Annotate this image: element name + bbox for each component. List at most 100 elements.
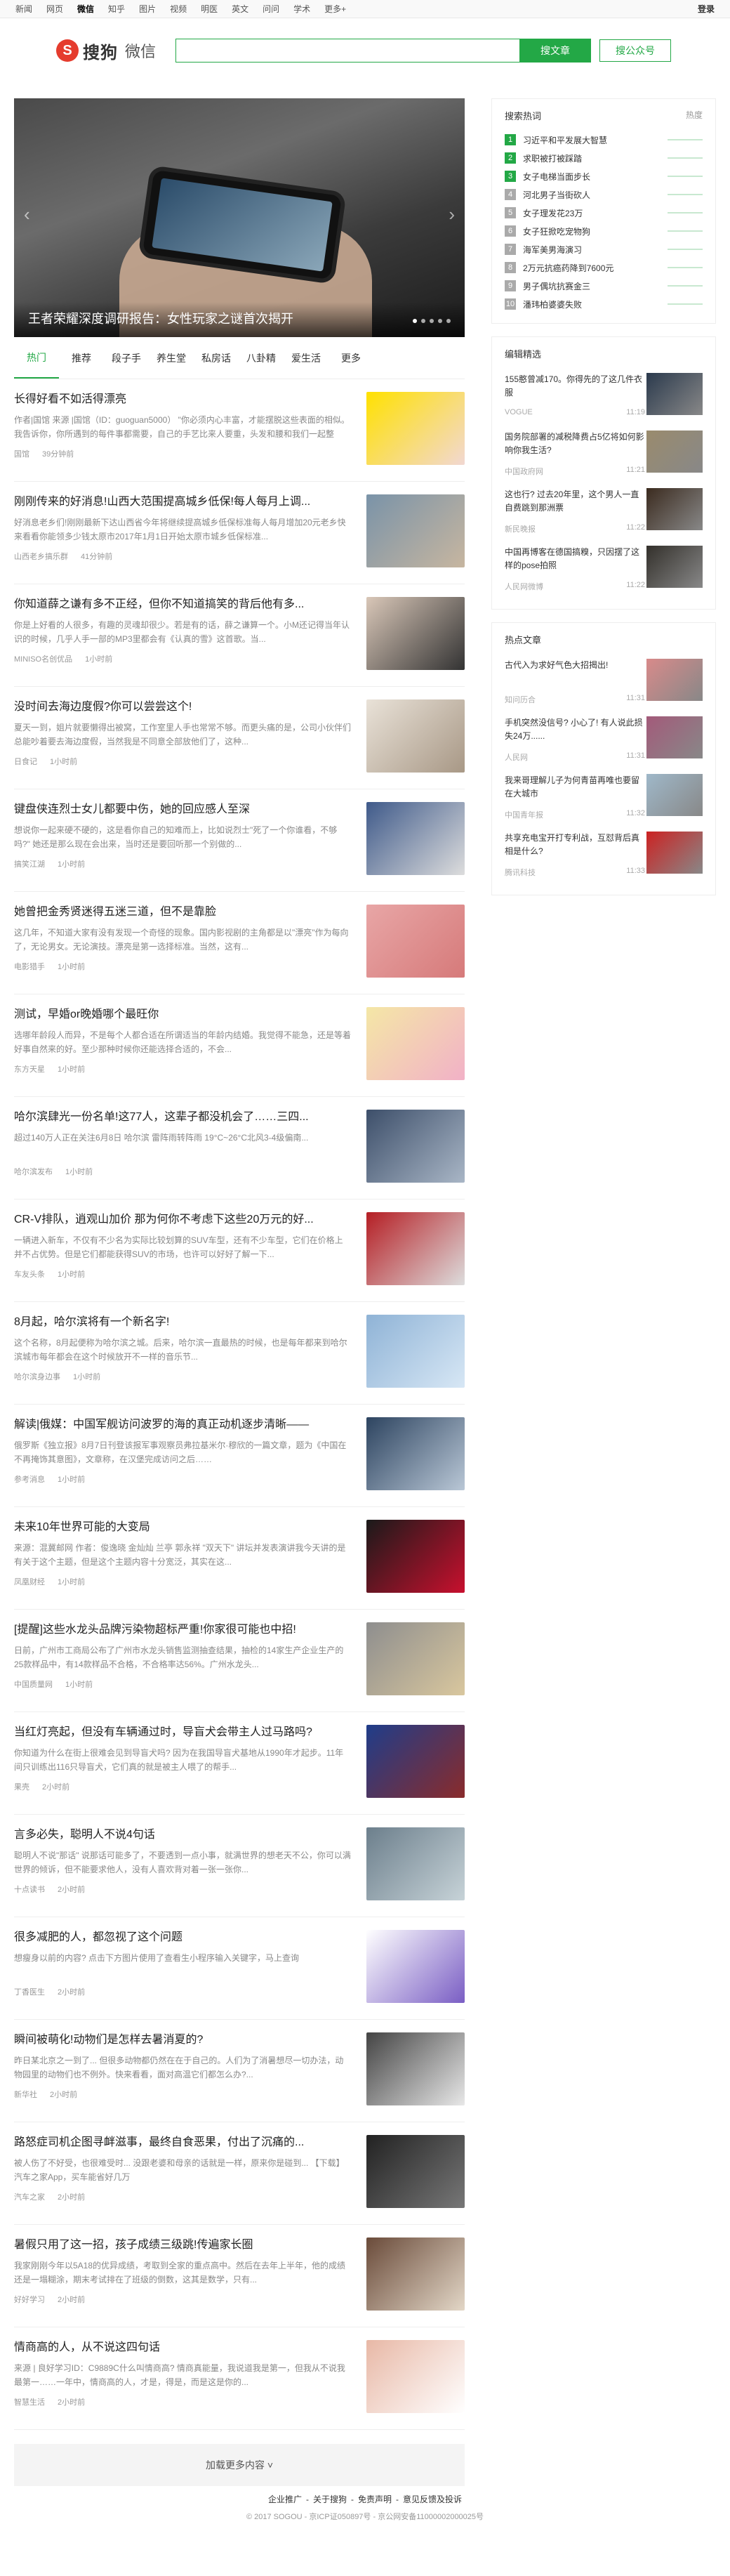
- feed-item[interactable]: 8月起，哈尔滨将有一个新名字! 这个名称，8月起便称为哈尔滨之城。后来，哈尔滨一直…: [14, 1302, 465, 1405]
- feed-item[interactable]: 路怒症司机企图寻衅滋事，最终自食恶果，付出了沉痛的... 被人伤了不好受，也很难受…: [14, 2122, 465, 2225]
- side-article-title[interactable]: 国务院部署的减税降费占5亿将如何影响你我生活?: [505, 431, 645, 457]
- side-article[interactable]: 手机突然没信号? 小心了! 有人说此损失24万...... 人民网 11:31: [505, 712, 703, 770]
- hot-search-term[interactable]: 女子电梯当面步长: [523, 171, 668, 183]
- feed-item[interactable]: 测试，早婚or晚婚哪个最旺你 选哪年龄段人而异，不是每个人都合适在所谓适当的年龄内…: [14, 994, 465, 1097]
- feed-item[interactable]: CR-V排队，逍观山加价 那为何你不考虑下这些20万元的好... 一辆进入新车，不…: [14, 1200, 465, 1302]
- top-nav-item[interactable]: 微信: [70, 0, 101, 18]
- hot-search-term[interactable]: 河北男子当街砍人: [523, 189, 668, 201]
- feed-item[interactable]: 她曾把金秀贤迷得五迷三道，但不是靠脸 这几年，不知道大家有没有发现一个奇怪的现象。…: [14, 892, 465, 994]
- feed-item-thumbnail[interactable]: [366, 699, 465, 773]
- sogou-logo[interactable]: S 搜狗 微信: [56, 39, 175, 63]
- feed-item-source[interactable]: 果壳: [14, 1783, 29, 1792]
- top-nav-item[interactable]: 更多+: [317, 0, 353, 18]
- top-nav-item[interactable]: 知乎: [101, 0, 132, 18]
- feed-item-source[interactable]: 丁香医生: [14, 1988, 45, 1997]
- feed-item[interactable]: 没时间去海边度假?你可以尝尝这个! 夏天一到，姐片就要懒得出被窝，工作室里人手也常…: [14, 687, 465, 789]
- hot-search-row[interactable]: 1 习近平和平发展大智慧: [505, 131, 703, 149]
- feed-item-source[interactable]: 参考消息: [14, 1476, 45, 1484]
- tab-5[interactable]: 八卦精: [239, 337, 284, 379]
- feed-item-thumbnail[interactable]: [366, 1417, 465, 1490]
- feed-item-source[interactable]: 凤凰财经: [14, 1578, 45, 1586]
- side-article-thumbnail[interactable]: [646, 488, 703, 530]
- feed-item-thumbnail[interactable]: [366, 1520, 465, 1593]
- tab-3[interactable]: 养生堂: [149, 337, 194, 379]
- feed-item-source[interactable]: 国馆: [14, 450, 29, 459]
- feed-item-source[interactable]: 哈尔滨发布: [14, 1168, 53, 1176]
- feed-item-source[interactable]: 智慧生活: [14, 2398, 45, 2407]
- hot-search-row[interactable]: 10 潘玮柏婆婆失败: [505, 295, 703, 313]
- carousel-dot[interactable]: [438, 319, 442, 323]
- feed-item[interactable]: 瞬间被萌化!动物们是怎样去暑消夏的? 昨日某北京之一到了... 但很多动物都仍然在…: [14, 2020, 465, 2122]
- side-article-thumbnail[interactable]: [646, 716, 703, 758]
- feed-item[interactable]: 你知道薛之谦有多不正经，但你不知道搞笑的背后他有多... 你是上好看的人很多，有趣…: [14, 584, 465, 687]
- feed-item[interactable]: 当红灯亮起，但没有车辆通过时，导盲犬会带主人过马路吗? 你知道为什么在街上很难会见…: [14, 1712, 465, 1815]
- feed-item[interactable]: 长得好看不如活得漂亮 作者|国馆 来源 |国馆（ID：guoguan5000） "…: [14, 379, 465, 482]
- feed-item-thumbnail[interactable]: [366, 1110, 465, 1183]
- side-article-thumbnail[interactable]: [646, 659, 703, 701]
- top-nav-item[interactable]: 学术: [286, 0, 317, 18]
- top-nav-item[interactable]: 视频: [163, 0, 194, 18]
- feed-item-title[interactable]: 暑假只用了这一招，孩子成绩三级跳!传遍家长圈: [14, 2237, 351, 2253]
- side-article[interactable]: 中国再博客在德国搞糗，只因摆了这样的pose拍照 人民网微博 11:22: [505, 541, 703, 599]
- side-article-title[interactable]: 这也行? 过去20年里，这个男人一直自费跳到那洲票: [505, 488, 645, 515]
- tab-6[interactable]: 爱生活: [284, 337, 328, 379]
- feed-item-thumbnail[interactable]: [366, 1725, 465, 1798]
- feed-item-source[interactable]: 好好学习: [14, 2296, 45, 2304]
- feed-item-thumbnail[interactable]: [366, 1007, 465, 1080]
- feed-item[interactable]: 解读|俄媒：中国军舰访问波罗的海的真正动机逐步清晰—— 俄罗斯《独立报》8月7日刊…: [14, 1405, 465, 1507]
- footer-link[interactable]: 免责声明: [358, 2495, 392, 2504]
- feed-item-title[interactable]: [提醒]这些水龙头品牌污染物超标严重!你家很可能也中招!: [14, 1622, 351, 1638]
- feed-item-title[interactable]: 长得好看不如活得漂亮: [14, 392, 351, 407]
- feed-item-thumbnail[interactable]: [366, 1315, 465, 1388]
- feed-item-title[interactable]: 你知道薛之谦有多不正经，但你不知道搞笑的背后他有多...: [14, 597, 351, 612]
- feed-item-title[interactable]: 当红灯亮起，但没有车辆通过时，导盲犬会带主人过马路吗?: [14, 1725, 351, 1740]
- feed-item[interactable]: 键盘侠连烈士女儿都要中伤，她的回应感人至深 想说你一起来硬不硬的，这是看你自己的知…: [14, 789, 465, 892]
- feed-item[interactable]: 暑假只用了这一招，孩子成绩三级跳!传遍家长圈 我家刚刚今年以5A18的优异成绩，考…: [14, 2225, 465, 2327]
- hot-search-row[interactable]: 8 2万元抗癌药降到7600元: [505, 258, 703, 277]
- feed-item-title[interactable]: 路怒症司机企图寻衅滋事，最终自食恶果，付出了沉痛的...: [14, 2135, 351, 2150]
- hot-search-term[interactable]: 求职被打被踩踏: [523, 152, 668, 164]
- hot-search-term[interactable]: 女子理发花23万: [523, 207, 668, 219]
- feed-item-thumbnail[interactable]: [366, 1622, 465, 1695]
- feed-item-title[interactable]: 很多减肥的人，都忽视了这个问题: [14, 1930, 351, 1945]
- hot-search-row[interactable]: 3 女子电梯当面步长: [505, 167, 703, 185]
- hot-search-term[interactable]: 海军美男海演习: [523, 244, 668, 256]
- feed-item[interactable]: 言多必失，聪明人不说4句话 聪明人不说"那话" 说那话可能多了，不要透到一点小事，…: [14, 1815, 465, 1917]
- search-input[interactable]: [175, 39, 519, 63]
- search-article-button[interactable]: 搜文章: [519, 39, 591, 63]
- feed-item-thumbnail[interactable]: [366, 2237, 465, 2311]
- side-article-thumbnail[interactable]: [646, 832, 703, 874]
- feed-item[interactable]: 情商高的人，从不说这四句话 来源 | 良好学习ID：C9889C什么叫情商高? 情…: [14, 2327, 465, 2430]
- feed-item[interactable]: 哈尔滨肆光一份名单!这77人，这辈子都没机会了……三四... 超过140万人正在关…: [14, 1097, 465, 1200]
- feed-item-thumbnail[interactable]: [366, 1212, 465, 1285]
- hot-search-row[interactable]: 7 海军美男海演习: [505, 240, 703, 258]
- feed-item-source[interactable]: 新华社: [14, 2091, 37, 2099]
- feed-item-source[interactable]: 车友头条: [14, 1270, 45, 1279]
- footer-link[interactable]: 关于搜狗: [313, 2495, 347, 2504]
- feed-item-title[interactable]: 情商高的人，从不说这四句话: [14, 2340, 351, 2355]
- tab-2[interactable]: 段子手: [104, 337, 149, 379]
- tab-1[interactable]: 推荐: [59, 337, 104, 379]
- feed-item[interactable]: 刚刚传来的好消息!山西大范围提高城乡低保!每人每月上调... 好消息老乡们!刚刚最…: [14, 482, 465, 584]
- feed-item-thumbnail[interactable]: [366, 905, 465, 978]
- top-nav-item[interactable]: 网页: [39, 0, 70, 18]
- feed-item-title[interactable]: 解读|俄媒：中国军舰访问波罗的海的真正动机逐步清晰——: [14, 1417, 351, 1433]
- carousel-dot[interactable]: [421, 319, 425, 323]
- load-more-button[interactable]: 加载更多内容 ˅: [14, 2444, 465, 2486]
- feed-item-title[interactable]: 没时间去海边度假?你可以尝尝这个!: [14, 699, 351, 715]
- hot-search-row[interactable]: 4 河北男子当街砍人: [505, 185, 703, 204]
- side-article[interactable]: 古代入为求好气色大招揭出! 知问历合 11:31: [505, 655, 703, 712]
- feed-item-thumbnail[interactable]: [366, 2135, 465, 2208]
- search-account-button[interactable]: 搜公众号: [599, 39, 671, 62]
- tab-7[interactable]: 更多: [328, 337, 373, 379]
- feed-item-thumbnail[interactable]: [366, 2340, 465, 2413]
- feed-item-title[interactable]: 哈尔滨肆光一份名单!这77人，这辈子都没机会了……三四...: [14, 1110, 351, 1125]
- feed-item-title[interactable]: CR-V排队，逍观山加价 那为何你不考虑下这些20万元的好...: [14, 1212, 351, 1228]
- side-article[interactable]: 155憨曾减170。你得先的了这几件衣服 VOGUE 11:19: [505, 369, 703, 426]
- banner-caption[interactable]: 王者荣耀深度调研报告：女性玩家之谜首次揭开: [14, 302, 465, 337]
- carousel-dot[interactable]: [430, 319, 434, 323]
- feed-item-source[interactable]: 日食记: [14, 758, 37, 766]
- feed-item-source[interactable]: 哈尔滨身边事: [14, 1373, 60, 1381]
- side-article[interactable]: 我来哥理解儿子为何青苗再唯也要留在大城市 中国青年报 11:32: [505, 770, 703, 827]
- feed-item-source[interactable]: 电影猎手: [14, 963, 45, 971]
